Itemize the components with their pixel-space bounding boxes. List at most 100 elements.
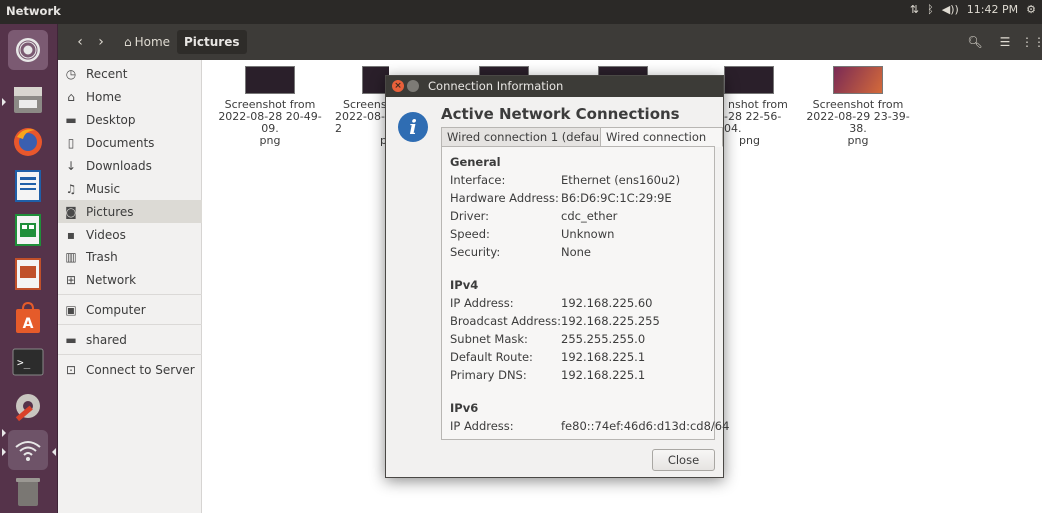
svg-text:A: A bbox=[23, 316, 34, 332]
detail-row: Hardware Address: B6:D6:9C:1C:29:9E bbox=[450, 190, 712, 206]
chevron-right-icon[interactable]: › bbox=[91, 32, 111, 52]
document-icon: ▯ bbox=[67, 136, 75, 150]
file-name-line: png bbox=[847, 134, 869, 147]
volume-icon[interactable]: ◀)) bbox=[942, 3, 959, 16]
sidebar-divider bbox=[58, 354, 202, 355]
file-item[interactable]: Screenshot from 2022-08-29 23-39-38. png bbox=[800, 66, 916, 147]
sidebar-item-music[interactable]: ♫ Music bbox=[64, 179, 200, 199]
sidebar-item-label: Computer bbox=[86, 303, 146, 317]
sidebar-divider bbox=[58, 324, 202, 325]
breadcrumb-home[interactable]: ⌂ Home bbox=[124, 32, 170, 52]
section-title-ipv6: IPv6 bbox=[450, 401, 479, 415]
indicator-area: ⇅ ᛒ ◀)) 11:42 PM ⚙ bbox=[910, 3, 1036, 16]
wifi-network-icon[interactable] bbox=[8, 430, 48, 470]
power-icon[interactable]: ⚙ bbox=[1026, 3, 1036, 16]
detail-row: Driver: cdc_ether bbox=[450, 208, 712, 224]
sidebar-item-label: Documents bbox=[86, 136, 155, 150]
clock-time[interactable]: 11:42 PM bbox=[967, 3, 1018, 16]
software-center-icon[interactable]: A bbox=[8, 298, 48, 338]
dialog-title: Connection Information bbox=[428, 79, 564, 93]
detail-value: 192.168.225.1 bbox=[561, 368, 646, 382]
detail-row: IP Address: fe80::74ef:46d6:d13d:cd8/64 bbox=[450, 418, 729, 434]
files-icon[interactable] bbox=[8, 79, 48, 119]
clock-icon: ◷ bbox=[65, 67, 77, 81]
detail-label: Subnet Mask: bbox=[450, 332, 528, 346]
dialog-heading: Active Network Connections bbox=[441, 105, 680, 123]
home-icon: ⌂ bbox=[67, 90, 75, 104]
grid-menu-icon[interactable]: ⋮⋮ bbox=[1021, 33, 1042, 51]
sidebar-item-pictures[interactable]: ◙ Pictures bbox=[58, 200, 202, 223]
sidebar-item-desktop[interactable]: ▬ Desktop bbox=[64, 110, 200, 130]
trash-icon: ▥ bbox=[65, 250, 77, 264]
connection-details-panel: General Interface: Ethernet (ens160u2) Ha… bbox=[441, 146, 729, 440]
tab-wired-connection-2[interactable]: Wired connection 2 bbox=[600, 127, 723, 162]
folder-icon: ▬ bbox=[65, 333, 77, 347]
file-name-line: -28 22-56-04. bbox=[724, 110, 782, 135]
settings-icon[interactable] bbox=[8, 386, 48, 426]
file-name-line: png bbox=[739, 134, 760, 147]
sidebar-item-computer[interactable]: ▣ Computer bbox=[64, 300, 200, 320]
section-title-ipv4: IPv4 bbox=[450, 278, 479, 292]
focused-indicator bbox=[52, 448, 56, 456]
breadcrumb-home-label: Home bbox=[134, 35, 171, 49]
impress-icon[interactable] bbox=[8, 254, 48, 294]
firefox-icon[interactable] bbox=[8, 122, 48, 162]
app-title: Network bbox=[6, 4, 61, 18]
terminal-icon[interactable]: >_ bbox=[8, 342, 48, 382]
sidebar-item-home[interactable]: ⌂ Home bbox=[64, 87, 200, 107]
detail-label: Interface: bbox=[450, 173, 506, 187]
sidebar-item-label: Downloads bbox=[86, 159, 152, 173]
sidebar-item-downloads[interactable]: ↓ Downloads bbox=[64, 156, 200, 176]
sidebar-item-recent[interactable]: ◷ Recent bbox=[64, 64, 200, 84]
sidebar-item-label: shared bbox=[86, 333, 127, 347]
sidebar-item-label: Desktop bbox=[86, 113, 136, 127]
sidebar-item-label: Connect to Server bbox=[86, 363, 195, 377]
detail-label: Driver: bbox=[450, 209, 490, 223]
home-icon: ⌂ bbox=[124, 35, 132, 49]
detail-value: Unknown bbox=[561, 227, 615, 241]
calc-icon[interactable] bbox=[8, 210, 48, 250]
sidebar-item-label: Pictures bbox=[86, 204, 134, 219]
detail-label: Security: bbox=[450, 245, 501, 259]
close-button[interactable]: Close bbox=[652, 449, 715, 471]
video-icon: ▪ bbox=[66, 228, 76, 242]
sidebar-item-documents[interactable]: ▯ Documents bbox=[64, 133, 200, 153]
screenshot-thumbnail bbox=[724, 66, 774, 94]
search-icon[interactable]: 🔍︎ bbox=[966, 33, 984, 51]
file-item[interactable]: Screensh 2022-08-2 p bbox=[329, 66, 389, 147]
music-icon: ♫ bbox=[65, 182, 77, 196]
sidebar-item-label: Trash bbox=[86, 250, 118, 264]
chevron-left-icon[interactable]: ‹ bbox=[70, 32, 90, 52]
sidebar-item-connect-to-server[interactable]: ⊡ Connect to Server bbox=[64, 360, 200, 380]
file-item[interactable]: nshot from -28 22-56-04. png bbox=[724, 66, 794, 147]
close-icon[interactable]: × bbox=[392, 80, 404, 92]
list-view-icon[interactable]: ☰ bbox=[996, 33, 1014, 51]
detail-row: Subnet Mask: 255.255.255.0 bbox=[450, 331, 712, 347]
detail-value: B6:D6:9C:1C:29:9E bbox=[561, 191, 672, 205]
camera-icon: ◙ bbox=[65, 204, 77, 219]
screenshot-thumbnail bbox=[833, 66, 883, 94]
detail-value: Ethernet (ens160u2) bbox=[561, 173, 681, 187]
tab-wired-connection-1[interactable]: Wired connection 1 (default) bbox=[441, 127, 618, 147]
sidebar-item-shared[interactable]: ▬ shared bbox=[64, 330, 200, 350]
file-item[interactable]: Screenshot from 2022-08-28 20-49-09. png bbox=[212, 66, 328, 147]
trash-icon[interactable] bbox=[8, 472, 48, 512]
breadcrumb-pictures[interactable]: Pictures bbox=[177, 30, 247, 54]
minimize-icon[interactable] bbox=[407, 80, 419, 92]
ubuntu-dash-icon[interactable] bbox=[8, 30, 48, 70]
writer-icon[interactable] bbox=[8, 166, 48, 206]
sidebar-item-network[interactable]: ⊞ Network bbox=[64, 270, 200, 290]
detail-row: Default Route: 192.168.225.1 bbox=[450, 349, 712, 365]
files-headerbar: ‹ › ⌂ Home Pictures 🔍︎ ☰ ⋮⋮ bbox=[58, 24, 1042, 60]
computer-icon: ▣ bbox=[65, 303, 77, 317]
detail-row: Interface: Ethernet (ens160u2) bbox=[450, 172, 712, 188]
detail-row: Security: None bbox=[450, 244, 712, 260]
top-panel: Network ⇅ ᛒ ◀)) 11:42 PM ⚙ bbox=[0, 0, 1042, 24]
sidebar-item-trash[interactable]: ▥ Trash bbox=[64, 247, 200, 267]
sidebar-item-videos[interactable]: ▪ Videos bbox=[64, 225, 200, 245]
detail-label: Speed: bbox=[450, 227, 490, 241]
detail-label: Hardware Address: bbox=[450, 191, 559, 205]
running-indicator bbox=[2, 429, 6, 437]
network-arrows-icon[interactable]: ⇅ bbox=[910, 3, 919, 16]
bluetooth-icon[interactable]: ᛒ bbox=[927, 3, 934, 16]
